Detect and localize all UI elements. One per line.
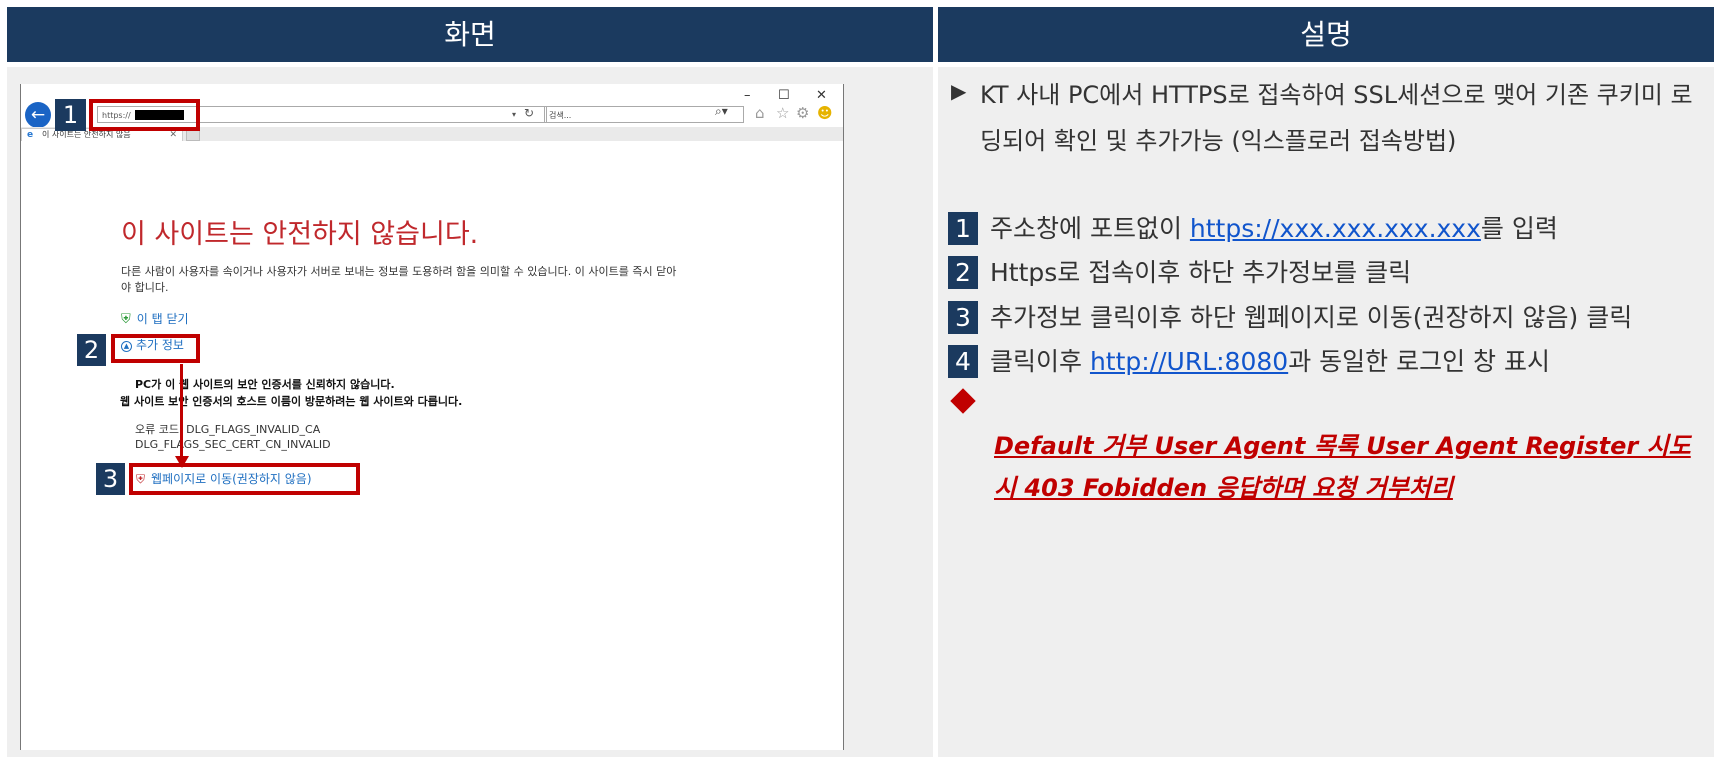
close-button[interactable]: ✕ (816, 88, 827, 103)
step-3: 3 추가정보 클릭이후 하단 웹페이지로 이동(권장하지 않음) 클릭 (948, 301, 1632, 334)
step-4: 4 클릭이후 http://URL:8080과 동일한 로그인 창 표시 (948, 345, 1550, 378)
marker-3: 3 (96, 463, 125, 495)
search-input[interactable]: 검색... (544, 106, 744, 123)
arrow-line (180, 364, 183, 460)
intro-text: KT 사내 PC에서 HTTPS로 접속하여 SSL세션으로 맺어 기존 쿠키미… (980, 81, 1693, 155)
refresh-icon[interactable]: ↻ (524, 105, 534, 122)
header-screen: 화면 (7, 7, 933, 62)
back-arrow-icon[interactable]: ← (25, 102, 51, 128)
warning-note: Default 거부 User Agent 목록 User Agent Regi… (994, 432, 1691, 502)
settings-gear-icon[interactable]: ⚙ (796, 104, 809, 122)
step-1: 1 주소창에 포트없이 https://xxx.xxx.xxx.xxx를 입력 (948, 212, 1558, 245)
step-number: 3 (948, 301, 978, 334)
highlight-continue-link (129, 463, 360, 495)
highlight-address-bar (89, 99, 200, 131)
favorites-star-icon[interactable]: ☆ (776, 104, 789, 122)
close-tab-label: 이 탭 닫기 (136, 312, 189, 326)
description-panel (938, 67, 1714, 757)
tab-title: 이 사이트는 안전하지 않음 (42, 130, 131, 139)
cert-message-2: 웹 사이트 보안 인증서의 호스트 이름이 방문하려는 웹 사이트와 다릅니다. (120, 395, 463, 408)
marker-1: 1 (55, 99, 86, 131)
step-2: 2 Https로 접속이후 하단 추가정보를 클릭 (948, 256, 1411, 289)
feedback-smiley-icon[interactable]: ☻ (817, 104, 833, 122)
error-title: 이 사이트는 안전하지 않습니다. (121, 219, 479, 250)
header-description: 설명 (938, 7, 1714, 62)
home-icon[interactable]: ⌂ (755, 104, 765, 122)
search-icon[interactable]: ⌕▾ (715, 104, 728, 119)
step-text-after: 과 동일한 로그인 창 표시 (1288, 347, 1550, 376)
browser-window: – ☐ ✕ ← https:// ▾ ↻ 검색... ⌕▾ ⌂ ☆ ⚙ ☻ e … (20, 84, 844, 750)
step-text: 주소창에 포트없이 (990, 214, 1190, 243)
error-code-2: DLG_FLAGS_SEC_CERT_CN_INVALID (135, 438, 331, 451)
arrow-down-icon (175, 456, 189, 468)
triangle-bullet-icon: ▶ (951, 79, 967, 103)
step-text-after: 를 입력 (1480, 214, 1558, 243)
step-text: Https로 접속이후 하단 추가정보를 클릭 (990, 258, 1412, 287)
step-number: 2 (948, 256, 978, 289)
error-code-1: 오류 코드: DLG_FLAGS_INVALID_CA (135, 423, 321, 436)
maximize-button[interactable]: ☐ (778, 88, 790, 103)
ie-logo-icon: e (27, 130, 34, 140)
green-shield-icon: ⛨ (121, 312, 131, 327)
minimize-button[interactable]: – (744, 88, 751, 103)
step-link[interactable]: http://URL:8080 (1090, 347, 1288, 376)
step-text: 클릭이후 (990, 347, 1090, 376)
step-link[interactable]: https://xxx.xxx.xxx.xxx (1190, 214, 1481, 243)
highlight-more-info (111, 334, 200, 363)
step-number: 4 (948, 345, 978, 378)
marker-2: 2 (77, 334, 106, 366)
close-tab-link[interactable]: ⛨ 이 탭 닫기 (121, 310, 189, 327)
error-description: 다른 사람이 사용자를 속이거나 사용자가 서버로 보내는 정보를 도용하려 함… (121, 265, 677, 294)
cert-message-1: PC가 이 웹 사이트의 보안 인증서를 신뢰하지 않습니다. (135, 378, 395, 391)
step-text: 추가정보 클릭이후 하단 웹페이지로 이동(권장하지 않음) 클릭 (990, 303, 1633, 332)
address-dropdown-icon[interactable]: ▾ (512, 106, 516, 123)
step-number: 1 (948, 212, 978, 245)
